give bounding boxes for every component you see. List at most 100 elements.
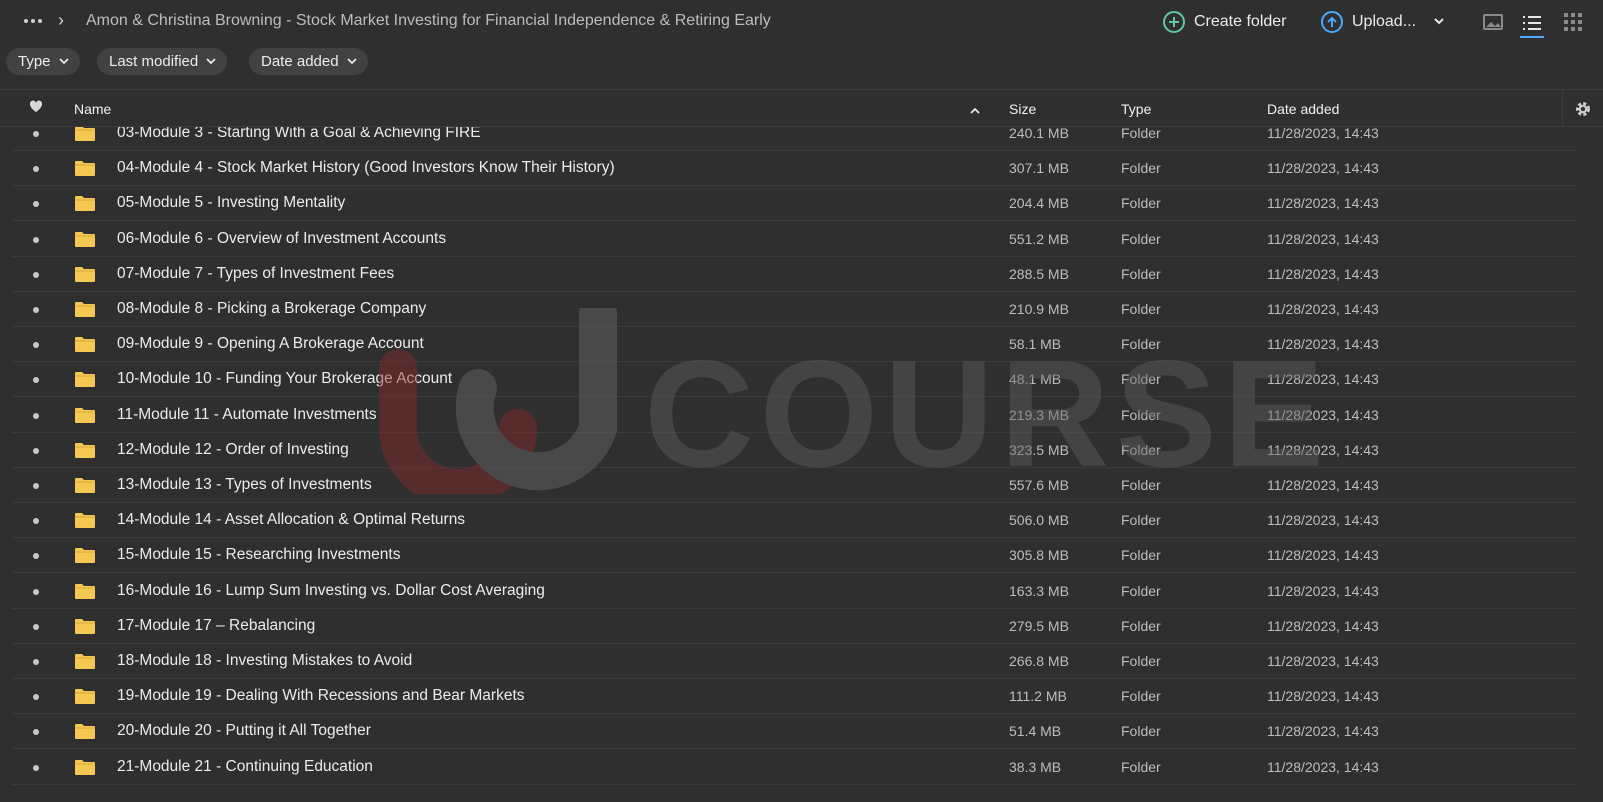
row-date-added: 11/28/2023, 14:43 [1267, 758, 1379, 775]
filter-type[interactable]: Type [6, 48, 80, 75]
folder-icon [75, 161, 95, 177]
list-view-icon[interactable] [1520, 10, 1544, 38]
thumbnail-view-icon[interactable] [1481, 10, 1505, 34]
row-select-dot[interactable] [33, 483, 39, 489]
row-select-dot[interactable] [33, 518, 39, 525]
row-date-added: 11/28/2023, 14:43 [1267, 195, 1379, 212]
row-date-added: 11/28/2023, 14:43 [1267, 406, 1379, 423]
row-size: 307.1 MB [1009, 160, 1069, 177]
row-select-dot[interactable] [33, 342, 39, 349]
table-row[interactable]: 04-Module 4 - Stock Market History (Good… [12, 150, 1576, 187]
row-name[interactable]: 09-Module 9 - Opening A Brokerage Accoun… [117, 334, 424, 354]
folder-icon [75, 513, 95, 529]
row-size: 557.6 MB [1009, 477, 1069, 493]
more-options-icon[interactable] [22, 10, 44, 32]
row-name[interactable]: 04-Module 4 - Stock Market History (Good… [117, 158, 615, 178]
row-name[interactable]: 18-Module 18 - Investing Mistakes to Avo… [117, 651, 412, 671]
filter-last-modified[interactable]: Last modified [97, 48, 228, 75]
row-type: Folder [1121, 512, 1161, 529]
table-row[interactable]: 16-Module 16 - Lump Sum Investing vs. Do… [12, 573, 1576, 609]
table-row[interactable]: 18-Module 18 - Investing Mistakes to Avo… [12, 643, 1576, 679]
row-select-dot[interactable] [33, 412, 39, 419]
table-row[interactable]: 09-Module 9 - Opening A Brokerage Accoun… [12, 326, 1576, 363]
folder-icon [75, 548, 95, 564]
row-name[interactable]: 10-Module 10 - Funding Your Brokerage Ac… [117, 369, 452, 389]
table-row[interactable]: 03-Module 3 - Starting With a Goal & Ach… [12, 126, 1576, 151]
row-select-dot[interactable] [33, 236, 39, 243]
row-name[interactable]: 11-Module 11 - Automate Investments [117, 405, 377, 425]
row-name[interactable]: 15-Module 15 - Researching Investments [117, 545, 400, 565]
table-row[interactable]: 10-Module 10 - Funding Your Brokerage Ac… [12, 361, 1576, 398]
upload-button[interactable]: Upload... [1321, 8, 1445, 36]
row-name[interactable]: 16-Module 16 - Lump Sum Investing vs. Do… [117, 581, 545, 601]
row-size: 506.0 MB [1009, 512, 1069, 529]
row-select-dot[interactable] [33, 201, 39, 208]
row-type: Folder [1121, 582, 1161, 599]
column-name[interactable]: Name [74, 100, 111, 118]
row-size: 51.4 MB [1009, 723, 1062, 740]
row-select-dot[interactable] [33, 729, 39, 736]
row-select-dot[interactable] [33, 377, 39, 384]
row-size: 266.8 MB [1009, 653, 1069, 669]
table-row[interactable]: 21-Module 21 - Continuing Education 38.3 … [12, 749, 1576, 785]
row-select-dot[interactable] [33, 623, 39, 630]
table-row[interactable]: 17-Module 17 – Rebalancing 279.5 MB Folder… [12, 608, 1576, 644]
row-type: Folder [1121, 477, 1161, 493]
table-row[interactable]: 13-Module 13 - Types of Investments 557.6… [12, 467, 1576, 503]
row-select-dot[interactable] [33, 271, 39, 278]
row-name[interactable]: 06-Module 6 - Overview of Investment Acc… [117, 229, 446, 249]
row-date-added: 11/28/2023, 14:43 [1267, 336, 1379, 353]
row-name[interactable]: 17-Module 17 – Rebalancing [117, 616, 315, 636]
table-row[interactable]: 14-Module 14 - Asset Allocation & Optima… [12, 502, 1576, 539]
gear-icon[interactable] [1562, 90, 1603, 127]
row-type: Folder [1121, 160, 1161, 177]
row-select-dot[interactable] [33, 307, 39, 313]
row-select-dot[interactable] [33, 553, 39, 560]
grid-view-icon[interactable] [1561, 10, 1585, 34]
row-name[interactable]: 05-Module 5 - Investing Mentality [117, 193, 345, 213]
table-row[interactable]: 11-Module 11 - Automate Investments 219.3… [12, 397, 1576, 433]
row-name[interactable]: 14-Module 14 - Asset Allocation & Optima… [117, 510, 465, 530]
row-select-dot[interactable] [33, 588, 39, 595]
column-type[interactable]: Type [1121, 100, 1151, 118]
column-date-added[interactable]: Date added [1267, 100, 1339, 118]
sort-ascending-icon[interactable] [969, 100, 981, 118]
row-date-added: 11/28/2023, 14:43 [1267, 688, 1379, 705]
row-name[interactable]: 21-Module 21 - Continuing Education [117, 757, 373, 777]
row-select-dot[interactable] [33, 764, 39, 771]
filter-date-added[interactable]: Date added [249, 48, 368, 75]
column-size[interactable]: Size [1009, 100, 1036, 118]
row-date-added: 11/28/2023, 14:43 [1267, 160, 1379, 177]
chevron-down-icon[interactable] [1433, 13, 1445, 31]
table-row[interactable]: 07-Module 7 - Types of Investment Fees 28… [12, 256, 1576, 292]
row-select-dot[interactable] [33, 659, 39, 665]
table-row[interactable]: 19-Module 19 - Dealing With Recessions a… [12, 678, 1576, 715]
row-date-added: 11/28/2023, 14:43 [1267, 126, 1379, 141]
row-name[interactable]: 07-Module 7 - Types of Investment Fees [117, 264, 394, 284]
favorite-heart-icon[interactable] [29, 99, 43, 117]
row-name[interactable]: 20-Module 20 - Putting it All Together [117, 721, 371, 741]
table-row[interactable]: 08-Module 8 - Picking a Brokerage Compan… [12, 291, 1576, 327]
row-select-dot[interactable] [33, 131, 39, 137]
row-name[interactable]: 13-Module 13 - Types of Investments [117, 475, 372, 495]
table-row[interactable]: 12-Module 12 - Order of Investing 323.5 M… [12, 432, 1576, 468]
row-select-dot[interactable] [33, 166, 39, 173]
row-size: 551.2 MB [1009, 230, 1069, 247]
row-name[interactable]: 19-Module 19 - Dealing With Recessions a… [117, 686, 525, 706]
upload-label: Upload... [1352, 13, 1417, 30]
row-date-added: 11/28/2023, 14:43 [1267, 301, 1379, 317]
row-select-dot[interactable] [33, 694, 39, 701]
row-name[interactable]: 12-Module 12 - Order of Investing [117, 440, 349, 460]
table-row[interactable]: 05-Module 5 - Investing Mentality 204.4 M… [12, 185, 1576, 222]
row-select-dot[interactable] [33, 447, 39, 454]
row-name[interactable]: 03-Module 3 - Starting With a Goal & Ach… [117, 126, 481, 143]
row-type: Folder [1121, 230, 1161, 247]
table-row[interactable]: 20-Module 20 - Putting it All Together 51… [12, 713, 1576, 750]
table-row[interactable]: 06-Module 6 - Overview of Investment Acc… [12, 221, 1576, 257]
row-size: 58.1 MB [1009, 336, 1062, 353]
create-folder-button[interactable]: Create folder [1163, 8, 1287, 36]
table-row[interactable]: 15-Module 15 - Researching Investments 30… [12, 537, 1576, 574]
row-name[interactable]: 08-Module 8 - Picking a Brokerage Compan… [117, 299, 426, 319]
breadcrumb[interactable]: Amon & Christina Browning - Stock Market… [86, 10, 771, 32]
row-size: 111.2 MB [1009, 688, 1067, 705]
